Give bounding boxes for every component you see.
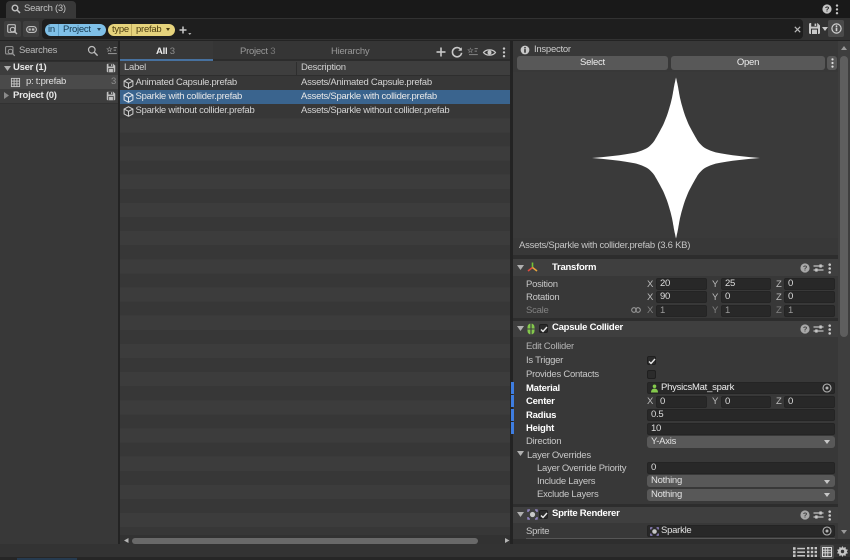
svg-text:?: ? — [803, 264, 808, 273]
svg-text:?: ? — [803, 325, 808, 334]
svg-text:?: ? — [825, 5, 830, 14]
svg-text:?: ? — [803, 511, 808, 520]
